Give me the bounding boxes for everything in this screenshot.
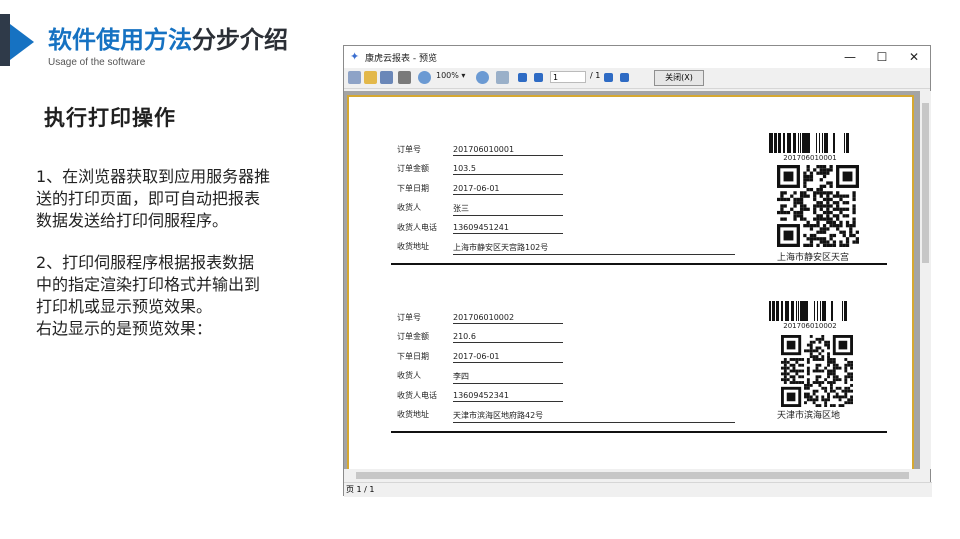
page-number-input[interactable]: 1 (550, 71, 586, 83)
label-amount: 订单金额 (397, 332, 429, 341)
value-phone: 13609452341 (453, 391, 563, 402)
paragraph-line: 数据发送给打印伺服程序。 (36, 211, 229, 230)
report-page: 订单号 订单金额 下单日期 收货人 收货人电话 收货地址 20170601000… (347, 95, 914, 469)
paragraph-line: 2、打印伺服程序根据报表数据 (36, 253, 255, 272)
zoom-select[interactable]: 100% ▾ (436, 71, 465, 80)
save-icon[interactable] (380, 71, 393, 84)
vertical-scroll-thumb[interactable] (922, 103, 929, 263)
page-total: / 1 (590, 71, 601, 80)
value-date: 2017-06-01 (453, 352, 563, 363)
paragraph-line: 送的打印页面，即可自动把报表 (36, 189, 261, 208)
title-accent-bar (0, 14, 10, 66)
value-receiver: 张三 (453, 203, 563, 216)
status-bar: 页 1 / 1 (344, 482, 932, 497)
zoom-out-icon[interactable] (476, 71, 489, 84)
qr-caption: 上海市静安区天宫 (777, 253, 850, 263)
page-setup-icon[interactable] (496, 71, 509, 84)
label-address: 收货地址 (397, 242, 429, 251)
barcode-number: 201706010002 (783, 322, 837, 330)
label-date: 下单日期 (397, 352, 429, 361)
paragraph-line: 打印机或显示预览效果。 (36, 297, 213, 316)
label-address: 收货地址 (397, 410, 429, 419)
record-divider (391, 263, 887, 265)
maximize-button[interactable]: ☐ (866, 48, 898, 66)
last-page-icon[interactable] (620, 73, 629, 82)
window-title: 康虎云报表 - 预览 (365, 54, 437, 64)
paragraph-step1: 1、在浏览器获取到应用服务器推 送的打印页面，即可自动把报表 数据发送给打印伺服… (36, 166, 326, 232)
qr-code-image (777, 165, 859, 247)
label-receiver: 收货人 (397, 203, 421, 212)
horizontal-scrollbar[interactable] (344, 469, 920, 481)
paragraph-step2: 2、打印伺服程序根据报表数据 中的指定渲染打印格式并输出到 打印机或显示预览效果… (36, 252, 326, 340)
label-phone: 收货人电话 (397, 223, 437, 232)
barcode-number: 201706010001 (783, 154, 837, 162)
open-folder-icon[interactable] (364, 71, 377, 84)
page-title-blue: 软件使用方法 (48, 26, 192, 54)
label-phone: 收货人电话 (397, 391, 437, 400)
first-page-icon[interactable] (518, 73, 527, 82)
value-receiver: 李四 (453, 371, 563, 384)
window-close-button[interactable]: ✕ (898, 48, 930, 66)
horizontal-scroll-thumb[interactable] (356, 472, 909, 479)
value-amount: 103.5 (453, 164, 563, 175)
paragraph-line: 1、在浏览器获取到应用服务器推 (36, 167, 271, 186)
close-preview-button[interactable]: 关闭(X) (654, 70, 704, 86)
label-order-no: 订单号 (397, 145, 421, 154)
section-heading: 执行打印操作 (44, 105, 176, 130)
barcode-image (769, 301, 847, 321)
label-amount: 订单金额 (397, 164, 429, 173)
qr-caption: 天津市滨海区地 (777, 411, 841, 421)
find-icon[interactable] (398, 71, 411, 84)
value-amount: 210.6 (453, 332, 563, 343)
window-titlebar[interactable]: ✦ 康虎云报表 - 预览 — ☐ ✕ (344, 46, 930, 68)
zoom-value: 100% (436, 71, 459, 80)
page-title-dark: 分步介绍 (192, 26, 288, 54)
value-order-no: 201706010002 (453, 313, 563, 324)
label-date: 下单日期 (397, 184, 429, 193)
record-divider (391, 431, 887, 433)
print-icon[interactable] (348, 71, 361, 84)
qr-code-image (781, 335, 853, 407)
page-title: 软件使用方法分步介绍 (48, 20, 288, 55)
prev-page-icon[interactable] (534, 73, 543, 82)
vertical-scrollbar[interactable] (920, 91, 931, 469)
label-order-no: 订单号 (397, 313, 421, 322)
next-page-icon[interactable] (604, 73, 613, 82)
barcode-image (769, 133, 849, 153)
page-subtitle: Usage of the software (48, 57, 146, 68)
preview-window: ✦ 康虎云报表 - 预览 — ☐ ✕ 100% ▾ 1 / 1 关闭(X) 订单… (343, 45, 932, 497)
value-address: 上海市静安区天宫路102号 (453, 242, 735, 255)
label-receiver: 收货人 (397, 371, 421, 380)
title-chevron-icon (10, 24, 34, 60)
zoom-in-icon[interactable] (418, 71, 431, 84)
minimize-button[interactable]: — (834, 48, 866, 66)
app-icon: ✦ (350, 50, 360, 63)
value-phone: 13609451241 (453, 223, 563, 234)
paragraph-line: 中的指定渲染打印格式并输出到 (36, 275, 261, 294)
value-address: 天津市滨海区地府路42号 (453, 410, 735, 423)
preview-toolbar: 100% ▾ 1 / 1 关闭(X) (344, 68, 930, 89)
paragraph-line: 右边显示的是预览效果： (36, 319, 213, 338)
value-order-no: 201706010001 (453, 145, 563, 156)
preview-viewport[interactable]: 订单号 订单金额 下单日期 收货人 收货人电话 收货地址 20170601000… (344, 91, 920, 469)
value-date: 2017-06-01 (453, 184, 563, 195)
